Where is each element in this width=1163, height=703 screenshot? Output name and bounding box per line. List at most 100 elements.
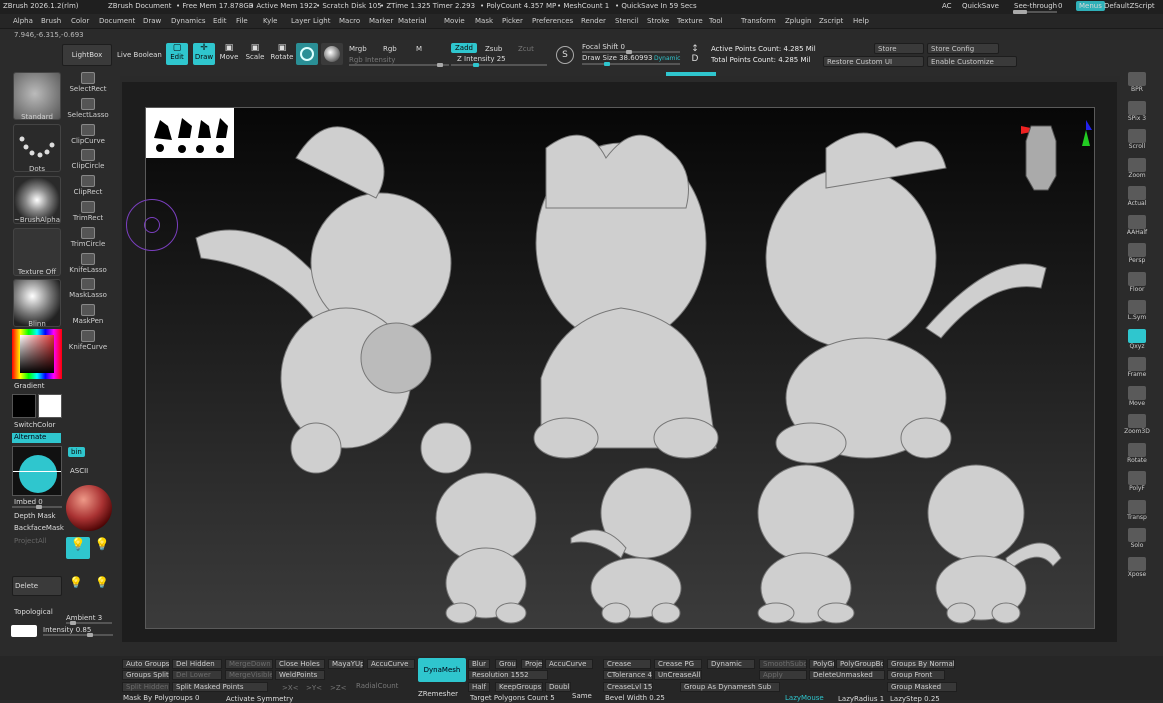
btn-split-masked-points[interactable]: Split Masked Points [172, 682, 268, 692]
btn-crease-pg[interactable]: Crease PG [654, 659, 702, 669]
lightbulb-off-icon[interactable]: 💡 [92, 537, 112, 559]
menu-movie[interactable]: Movie [444, 17, 465, 25]
right-polyf[interactable]: PolyF [1124, 471, 1150, 492]
depth-mask-button[interactable]: Depth Mask [14, 512, 56, 520]
draw-size-slider[interactable] [582, 62, 680, 66]
axis-x-button[interactable]: >X< [282, 684, 299, 692]
right-xpose[interactable]: Xpose [1124, 556, 1150, 578]
btn-mayayup[interactable]: MayaYUp [328, 659, 364, 669]
bin-button[interactable]: bin [68, 447, 85, 457]
monkey-sculpt-side-right[interactable] [765, 132, 1047, 464]
secondary-color-swatch[interactable] [12, 394, 36, 418]
zcut-button[interactable]: Zcut [518, 45, 534, 53]
rgb-button[interactable]: Rgb [383, 45, 397, 53]
menu-texture[interactable]: Texture [677, 17, 703, 25]
monkey-sculpt-small-side[interactable] [570, 467, 692, 624]
rotate-button[interactable]: ▣ Rotate [270, 43, 294, 65]
light-color-swatch[interactable] [11, 625, 37, 637]
intensity-slider[interactable] [43, 633, 113, 637]
right-solo[interactable]: Solo [1124, 528, 1150, 549]
z-intensity-slider[interactable] [451, 63, 547, 67]
zsub-button[interactable]: Zsub [485, 45, 502, 53]
right-persp[interactable]: Persp [1124, 243, 1150, 264]
btn-weldpoints[interactable]: WeldPoints [275, 670, 325, 680]
d-symmetry-icon[interactable]: ↕ D [684, 44, 706, 66]
btn-accucurve[interactable]: AccuCurve [545, 659, 593, 669]
right-zoom[interactable]: Zoom [1124, 157, 1150, 179]
light-right-icon[interactable]: 💡 [92, 576, 112, 596]
axis-y-button[interactable]: >Y< [306, 684, 322, 692]
menu-render[interactable]: Render [581, 17, 606, 25]
document-canvas[interactable] [145, 107, 1095, 629]
right-bpr[interactable]: BPR [1124, 72, 1150, 93]
tool-knifelasso[interactable]: KnifeLasso [66, 252, 110, 274]
menu-preferences[interactable]: Preferences [532, 17, 573, 25]
menu-file[interactable]: File [236, 17, 248, 25]
menu-transform[interactable]: Transform [741, 17, 776, 25]
monkey-sculpt-side-left[interactable] [195, 126, 472, 474]
red-wax-material-icon[interactable] [66, 485, 112, 531]
right-rotate[interactable]: Rotate [1124, 442, 1150, 464]
dynamic-toggle[interactable]: Dynamic [654, 55, 680, 62]
btn-deleteunmasked[interactable]: DeleteUnmasked [809, 670, 885, 680]
menus-button[interactable]: Menus [1076, 1, 1105, 11]
tool-maskpen[interactable]: MaskPen [66, 304, 110, 325]
right-floor[interactable]: Floor [1124, 271, 1150, 293]
right-actual[interactable]: Actual [1124, 186, 1150, 207]
color-sphere-icon[interactable] [321, 43, 343, 65]
btn-resolution-1552[interactable]: Resolution 1552 [468, 670, 548, 680]
btn-groups-split[interactable]: Groups Split [122, 670, 170, 680]
edit-button[interactable]: ▢ Edit [166, 43, 188, 65]
menu-color[interactable]: Color [71, 17, 89, 25]
menu-tool[interactable]: Tool [709, 17, 723, 25]
btn-dynamic[interactable]: Dynamic [707, 659, 755, 669]
tool-clipcurve[interactable]: ClipCurve [66, 123, 110, 145]
right-move[interactable]: Move [1124, 385, 1150, 407]
menu-light[interactable]: Light [313, 17, 330, 25]
menu-help[interactable]: Help [853, 17, 869, 25]
monkey-sculpt-small-right[interactable] [927, 464, 1062, 624]
right-qxyz[interactable]: Qxyz [1124, 328, 1150, 350]
delete-button[interactable]: Delete [12, 576, 62, 596]
draw-button[interactable]: ✛ Draw [193, 43, 215, 65]
menu-brush[interactable]: Brush [41, 17, 61, 25]
btn-polygroupborder[interactable]: PolyGroupBorder [836, 659, 884, 669]
tool-selectrect[interactable]: SelectRect [66, 72, 110, 93]
menu-stroke[interactable]: Stroke [647, 17, 669, 25]
light-left-icon[interactable]: 💡 [66, 576, 86, 596]
btn-split-hidden[interactable]: Split Hidden [122, 682, 170, 692]
ambient-slider[interactable] [66, 621, 112, 625]
btn-mergedown[interactable]: MergeDown [225, 659, 273, 669]
tool-trimrect[interactable]: TrimRect [66, 201, 110, 222]
ascii-button[interactable]: ASCII [70, 467, 88, 475]
right-transp[interactable]: Transp [1124, 499, 1150, 521]
scale-button[interactable]: ▣ Scale [244, 43, 266, 65]
right-scroll[interactable]: Scroll [1124, 129, 1150, 150]
menu-mask[interactable]: Mask [475, 17, 493, 25]
btn-blur[interactable]: Blur [468, 659, 490, 669]
menu-draw[interactable]: Draw [143, 17, 161, 25]
lightbulb-icon[interactable]: 💡 [66, 537, 90, 559]
project-all-button[interactable]: ProjectAll [14, 537, 47, 545]
brush-curve-preview[interactable] [12, 446, 62, 496]
quicksave-button[interactable]: QuickSave [962, 2, 999, 10]
btn-uncreaseall[interactable]: UnCreaseAll [654, 670, 702, 680]
monkey-sculpt-small-back[interactable] [757, 464, 855, 624]
btn-ctolerance-45[interactable]: CTolerance 45 [603, 670, 653, 680]
topological-button[interactable]: Topological [14, 608, 53, 616]
btn-apply[interactable]: Apply [759, 670, 807, 680]
zadd-button[interactable]: Zadd [451, 43, 477, 53]
backface-mask-button[interactable]: BackfaceMask [14, 524, 64, 532]
activate-symmetry-button[interactable]: Activate Symmetry [226, 695, 293, 703]
btn-half[interactable]: Half [468, 682, 490, 692]
menu-dynamics[interactable]: Dynamics [171, 17, 206, 25]
btn-close-holes[interactable]: Close Holes [275, 659, 325, 669]
imbed-slider[interactable] [12, 505, 62, 509]
store-config-button[interactable]: Store Config [927, 43, 999, 54]
btn-double[interactable]: Double [545, 682, 571, 692]
lazy-mouse-button[interactable]: LazyMouse [785, 694, 824, 702]
btn-smoothsubdiv[interactable]: SmoothSubdiv [759, 659, 807, 669]
btn-project[interactable]: Project [521, 659, 543, 669]
tool-clipcircle[interactable]: ClipCircle [66, 149, 110, 170]
tool-trimcircle[interactable]: TrimCircle [66, 226, 110, 248]
